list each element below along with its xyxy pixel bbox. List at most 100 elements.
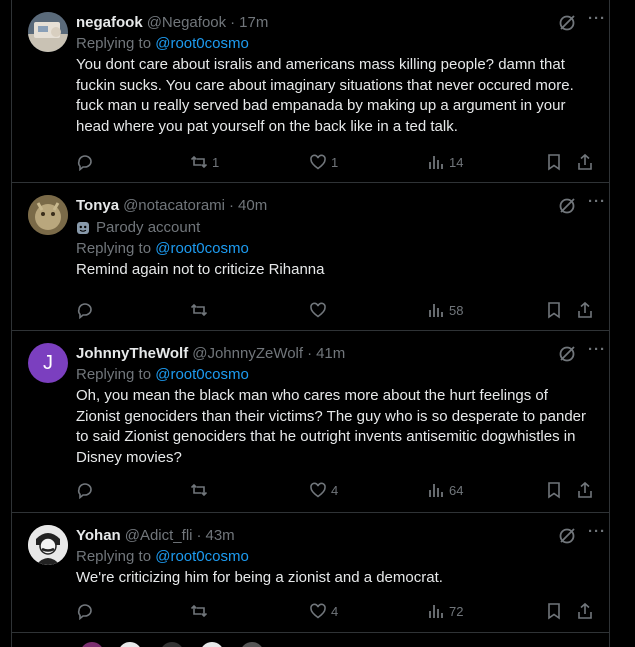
author-handle[interactable]: @Negafook: [147, 14, 226, 31]
grok-icon[interactable]: [558, 14, 576, 32]
more-icon[interactable]: ···: [588, 194, 608, 213]
repost-icon: [190, 303, 208, 317]
like-icon: [310, 154, 326, 170]
reply-icon: [77, 303, 92, 319]
like-button[interactable]: 4: [309, 601, 338, 621]
views-button[interactable]: 14: [427, 152, 463, 172]
post-time[interactable]: 40m: [238, 197, 267, 214]
post-tonya[interactable]: Tonya @notacatorami · 40m Parody account…: [12, 183, 609, 331]
avatar[interactable]: [28, 195, 68, 235]
replying-label: Replying to: [76, 548, 156, 565]
like-count: 1: [331, 154, 339, 170]
grok-icon[interactable]: [558, 345, 576, 363]
post-time[interactable]: 17m: [239, 14, 268, 31]
separator-dot: ·: [229, 197, 235, 214]
separator-dot: ·: [230, 14, 236, 31]
share-button[interactable]: [576, 300, 594, 320]
bookmark-button[interactable]: [545, 601, 563, 621]
separator-dot: ·: [196, 527, 202, 544]
more-icon[interactable]: ···: [588, 11, 608, 30]
post-johnnythewolf[interactable]: J JohnnyTheWolf @JohnnyZeWolf · 41m Repl…: [12, 331, 609, 513]
repost-icon: [190, 155, 208, 169]
bookmark-icon: [548, 482, 560, 499]
grok-icon[interactable]: [558, 527, 576, 545]
author-name[interactable]: Yohan: [76, 527, 121, 544]
reply-icon: [77, 604, 92, 620]
like-count: 4: [331, 482, 339, 498]
views-icon: [429, 484, 443, 497]
author-handle[interactable]: @notacatorami: [123, 197, 225, 214]
bookmark-icon: [548, 302, 560, 319]
avatar-row-partial: [82, 642, 262, 647]
reply-button[interactable]: [76, 601, 94, 621]
bookmark-icon: [548, 603, 560, 620]
more-icon[interactable]: ···: [588, 524, 608, 543]
author-name[interactable]: Tonya: [76, 197, 119, 214]
reply-icon: [77, 155, 92, 171]
author-name[interactable]: JohnnyTheWolf: [76, 345, 188, 362]
share-icon: [578, 301, 592, 318]
views-count: 14: [449, 154, 464, 170]
post-text: Remind again not to criticize Rihanna: [76, 261, 325, 278]
replying-to-link[interactable]: @root0cosmo: [155, 548, 249, 565]
replying-to: Replying to @root0cosmo: [76, 547, 594, 567]
replying-label: Replying to: [76, 35, 156, 52]
share-button[interactable]: [576, 601, 594, 621]
views-icon: [429, 304, 443, 317]
post-actions: 58: [76, 300, 606, 320]
share-icon: [578, 602, 592, 619]
post-text: You dont care about isralis and american…: [76, 56, 574, 135]
views-count: 64: [449, 482, 464, 498]
separator-dot: ·: [307, 345, 313, 362]
replying-label: Replying to: [76, 240, 156, 257]
post-time[interactable]: 41m: [316, 345, 345, 362]
avatar[interactable]: [28, 525, 68, 565]
bookmark-button[interactable]: [545, 480, 563, 500]
bookmark-icon: [548, 154, 560, 171]
views-icon: [429, 156, 443, 169]
author-handle[interactable]: @Adict_fli: [125, 527, 193, 544]
post-actions: 4 64: [76, 480, 606, 500]
like-button[interactable]: 4: [309, 480, 338, 500]
views-button[interactable]: 58: [427, 300, 463, 320]
replying-to-link[interactable]: @root0cosmo: [155, 366, 249, 383]
replying-to-link[interactable]: @root0cosmo: [155, 35, 249, 52]
avatar[interactable]: [28, 12, 68, 52]
parody-text: Parody account: [96, 219, 201, 236]
author-handle[interactable]: @JohnnyZeWolf: [192, 345, 303, 362]
repost-button[interactable]: 1: [190, 152, 219, 172]
post-time[interactable]: 43m: [205, 527, 234, 544]
share-icon: [578, 153, 592, 170]
like-button[interactable]: [309, 300, 331, 320]
replying-to-link[interactable]: @root0cosmo: [155, 240, 249, 257]
parody-mask-icon: [77, 222, 89, 234]
post-text: We're criticizing him for being a zionis…: [76, 569, 443, 586]
repost-button[interactable]: [190, 300, 212, 320]
bookmark-button[interactable]: [545, 152, 563, 172]
author-name[interactable]: negafook: [76, 14, 143, 31]
post-text: Oh, you mean the black man who cares mor…: [76, 387, 586, 466]
reply-button[interactable]: [76, 152, 94, 172]
reply-button[interactable]: [76, 300, 94, 320]
post-actions: 1 1 14: [76, 152, 606, 172]
like-icon: [310, 482, 326, 498]
post-actions: 4 72: [76, 601, 606, 621]
views-button[interactable]: 72: [427, 601, 463, 621]
share-button[interactable]: [576, 152, 594, 172]
avatar[interactable]: J: [28, 343, 68, 383]
post-negafook[interactable]: negafook @Negafook · 17m Replying to @ro…: [12, 0, 609, 183]
views-count: 58: [449, 302, 464, 318]
share-button[interactable]: [576, 480, 594, 500]
more-icon[interactable]: ···: [588, 342, 608, 361]
bookmark-button[interactable]: [545, 300, 563, 320]
repost-button[interactable]: [190, 480, 212, 500]
grok-icon[interactable]: [558, 197, 576, 215]
views-count: 72: [449, 603, 464, 619]
post-yohan[interactable]: Yohan @Adict_fli · 43m Replying to @root…: [12, 513, 609, 633]
reply-button[interactable]: [76, 480, 94, 500]
views-button[interactable]: 64: [427, 480, 463, 500]
like-icon: [310, 603, 326, 619]
like-icon: [310, 302, 326, 318]
repost-button[interactable]: [190, 601, 212, 621]
like-button[interactable]: 1: [309, 152, 338, 172]
